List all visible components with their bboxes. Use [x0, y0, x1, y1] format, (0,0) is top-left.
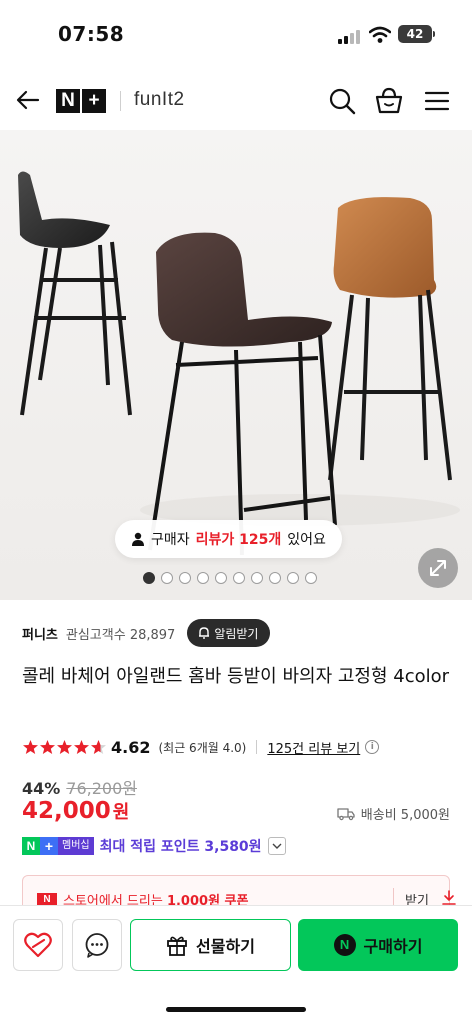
star-icon: [23, 740, 38, 754]
alarm-label: 알림받기: [214, 626, 259, 641]
carousel-dot[interactable]: [215, 572, 227, 584]
expand-icon: [430, 560, 446, 576]
star-icon: [74, 740, 89, 754]
logo-n: N: [56, 89, 80, 113]
naver-plus-logo[interactable]: N +: [56, 89, 106, 113]
review-link[interactable]: 125건 리뷰 보기: [267, 738, 360, 757]
brand-logo[interactable]: funIt2: [134, 89, 185, 111]
chevron-down-icon: [272, 843, 282, 849]
carousel-dot[interactable]: [197, 572, 209, 584]
expand-image-button[interactable]: [418, 548, 458, 588]
price-unit: 원: [112, 802, 130, 823]
points-expand-button[interactable]: [267, 837, 286, 855]
menu-icon[interactable]: [422, 86, 452, 116]
carousel-dot[interactable]: [161, 572, 173, 584]
bottom-action-bar: 선물하기 N 구매하기: [0, 905, 472, 1024]
shopping-basket-icon[interactable]: [374, 86, 404, 116]
truck-icon: [337, 807, 355, 820]
carousel-dot[interactable]: [287, 572, 299, 584]
info-icon[interactable]: i: [365, 740, 380, 754]
status-bar: 07:58 42: [0, 0, 472, 70]
points-row[interactable]: N + 멤버십 최대 적립 포인트 3,580원: [22, 834, 286, 858]
original-price: 76,200원: [66, 779, 138, 798]
carousel-dot[interactable]: [251, 572, 263, 584]
badge-membership: 멤버십: [58, 837, 94, 855]
rating-row: 4.62 (최근 6개월 4.0) 125건 리뷰 보기 i: [22, 735, 380, 759]
product-title: 콜레 바체어 아일랜드 홈바 등받이 바의자 고정형 4color: [22, 666, 450, 687]
wishlist-button[interactable]: [13, 919, 63, 971]
review-pill-highlight: 리뷰가 125개: [195, 532, 282, 548]
star-icon: [40, 740, 55, 754]
carousel-dot[interactable]: [305, 572, 317, 584]
logo-plus: +: [82, 89, 106, 113]
status-time: 07:58: [58, 22, 125, 46]
home-indicator: [166, 1007, 306, 1012]
max-points: 최대 적립 포인트 3,580원: [99, 839, 262, 855]
product-image-carousel[interactable]: 구매자 리뷰가 125개 있어요: [0, 130, 472, 600]
seller-row: 퍼니츠 관심고객수 28,897 알림받기: [22, 618, 271, 648]
search-icon[interactable]: [327, 86, 357, 116]
chat-bubble-icon: [85, 933, 109, 958]
header-divider: [120, 91, 121, 111]
user-icon: [132, 532, 144, 546]
review-pill-suffix: 있어요: [287, 532, 326, 548]
carousel-dot[interactable]: [143, 572, 155, 584]
discount-row: 44% 76,200원: [22, 775, 137, 799]
carousel-dot[interactable]: [233, 572, 245, 584]
wifi-icon: [369, 26, 391, 43]
back-arrow-icon[interactable]: [14, 86, 42, 114]
star-icon: [91, 740, 106, 754]
price-row: 42,000 원: [22, 798, 129, 824]
alarm-subscribe-button[interactable]: 알림받기: [187, 619, 271, 647]
rating-recent: (최근 6개월 4.0): [158, 740, 247, 755]
review-count-pill[interactable]: 구매자 리뷰가 125개 있어요: [115, 520, 342, 558]
badge-plus: +: [40, 837, 58, 855]
badge-n: N: [22, 837, 40, 855]
naver-plus-membership-badge: N + 멤버십: [22, 837, 94, 855]
battery-indicator: 42: [398, 25, 432, 43]
seller-fans: 관심고객수 28,897: [65, 627, 176, 643]
carousel-pagination: [143, 572, 317, 584]
cellular-signal-icon: [338, 28, 362, 44]
battery-tip: [433, 31, 435, 37]
buy-button[interactable]: N 구매하기: [298, 919, 458, 971]
chat-button[interactable]: [72, 919, 122, 971]
review-pill-prefix: 구매자: [151, 532, 190, 548]
shipping-info: 배송비 5,000원: [337, 804, 450, 823]
seller-name[interactable]: 퍼니츠: [22, 624, 58, 643]
bell-plus-icon: [199, 627, 210, 639]
gift-icon: [167, 936, 187, 956]
rating-value: 4.62: [111, 737, 151, 757]
gift-button[interactable]: 선물하기: [130, 919, 291, 971]
app-header: N + funIt2: [0, 76, 472, 126]
gift-label: 선물하기: [196, 937, 255, 956]
discount-rate: 44%: [22, 779, 61, 798]
rating-divider: [256, 740, 258, 754]
star-icon: [57, 740, 72, 754]
shipping-fee: 배송비 5,000원: [360, 808, 450, 823]
buy-label: 구매하기: [363, 937, 423, 956]
sale-price: 42,000: [22, 798, 111, 824]
carousel-dot[interactable]: [269, 572, 281, 584]
download-icon[interactable]: [441, 890, 457, 906]
carousel-dot[interactable]: [179, 572, 191, 584]
rating-stars: [22, 739, 107, 755]
naver-n-icon: N: [333, 934, 356, 956]
heart-icon: [24, 932, 52, 958]
